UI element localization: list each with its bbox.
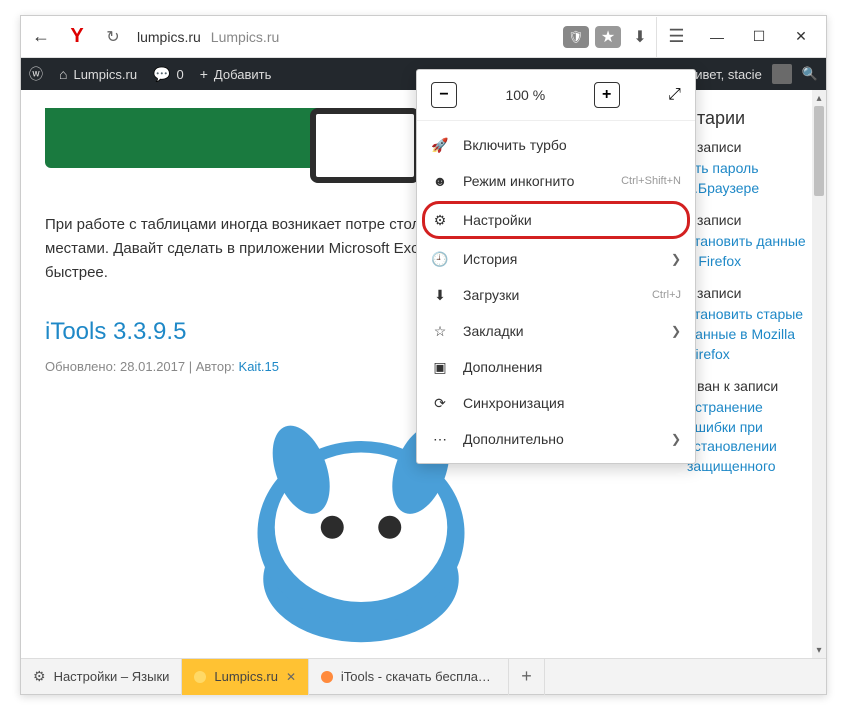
addons-icon: ▣ [431,358,449,376]
scroll-up-icon[interactable]: ▴ [812,90,826,106]
sidebar-text: к записи [687,139,812,155]
star-icon: ☆ [431,322,449,340]
wp-site-link[interactable]: ⌂Lumpics.ru [59,66,137,82]
sidebar-text: к записи [687,285,812,301]
rocket-icon: 🚀 [431,136,449,154]
chevron-right-icon: ❯ [671,324,681,338]
page-title: Lumpics.ru [211,29,279,45]
menu-history[interactable]: 🕘История❯ [417,241,695,277]
hero-image [45,108,420,193]
menu-sync[interactable]: ⟳Синхронизация [417,385,695,421]
sidebar-text: к записи [687,212,812,228]
incognito-icon: ☻ [431,172,449,190]
tab-itools[interactable]: iTools - скачать бесплатно [309,659,509,695]
tab-lumpics[interactable]: Lumpics.ru✕ [182,659,309,695]
gear-icon: ⚙ [33,668,46,685]
search-icon[interactable]: 🔍 [802,66,818,82]
sidebar-link[interactable]: ить пароль с.Браузере [687,159,812,198]
favicon-icon [194,671,206,683]
scroll-down-icon[interactable]: ▾ [812,642,826,658]
sidebar-heading: нтарии [687,108,812,129]
sync-icon: ⟳ [431,394,449,412]
menu-bookmarks[interactable]: ☆Закладки❯ [417,313,695,349]
favicon-icon [321,671,333,683]
bookmark-star-icon[interactable]: ★ [595,26,621,48]
menu-turbo[interactable]: 🚀Включить турбо [417,127,695,163]
scrollbar[interactable]: ▴ ▾ [812,90,826,658]
minimize-button[interactable]: — [696,17,738,57]
yandex-logo[interactable]: Y [61,21,93,53]
sidebar-link[interactable]: Устранение ошибки при установлении защищ… [687,398,812,476]
menu-more[interactable]: ⋯Дополнительно❯ [417,421,695,457]
avatar[interactable] [772,64,792,84]
scroll-thumb[interactable] [814,106,824,196]
back-button[interactable]: ← [25,21,57,53]
close-tab-icon[interactable]: ✕ [286,670,296,684]
wp-add-new[interactable]: +Добавить [200,66,272,82]
zoom-level: 100 % [505,87,545,103]
hamburger-menu-button[interactable]: ☰ [656,17,696,57]
zoom-in-button[interactable]: + [594,82,620,108]
clock-icon: 🕘 [431,250,449,268]
wp-greeting: ивет, stacie [695,67,762,82]
wp-comments[interactable]: 💬0 [153,66,184,83]
browser-titlebar: ← Y ↻ lumpics.ru Lumpics.ru 🛡 ★ ⬇ ☰ — ☐ … [21,16,826,58]
menu-settings[interactable]: ⚙Настройки [423,202,689,238]
zoom-controls: − 100 % + ⤢ [417,70,695,121]
sliders-icon: ⚙ [431,211,449,229]
close-window-button[interactable]: ✕ [780,17,822,57]
maximize-button[interactable]: ☐ [738,17,780,57]
zoom-out-button[interactable]: − [431,82,457,108]
wp-logo[interactable]: ⓦ [29,64,43,84]
chevron-right-icon: ❯ [671,252,681,266]
sidebar-link[interactable]: становить старые данные в Mozilla Firefo… [687,305,812,364]
reload-button[interactable]: ↻ [97,21,129,53]
sidebar-text: Иван к записи [687,378,812,394]
tab-bar: ⚙Настройки – Языки Lumpics.ru✕ iTools - … [21,658,826,694]
url-domain: lumpics.ru [137,29,201,45]
menu-addons[interactable]: ▣Дополнения [417,349,695,385]
download-icon: ⬇ [431,286,449,304]
address-bar[interactable]: lumpics.ru Lumpics.ru [137,29,560,45]
menu-downloads[interactable]: ⬇ЗагрузкиCtrl+J [417,277,695,313]
menu-incognito[interactable]: ☻Режим инкогнитоCtrl+Shift+N [417,163,695,199]
new-tab-button[interactable]: + [509,659,545,695]
fullscreen-icon[interactable]: ⤢ [668,86,681,104]
browser-menu-dropdown: − 100 % + ⤢ 🚀Включить турбо ☻Режим инког… [416,69,696,464]
sidebar-link[interactable]: становить данные в Firefox [687,232,812,271]
chevron-right-icon: ❯ [671,432,681,446]
downloads-icon[interactable]: ⬇ [624,21,656,53]
sidebar: нтарии к записи ить пароль с.Браузере к … [687,90,812,499]
protect-icon[interactable]: 🛡 [563,26,589,48]
dots-icon: ⋯ [431,430,449,448]
tab-settings-languages[interactable]: ⚙Настройки – Языки [21,659,182,695]
